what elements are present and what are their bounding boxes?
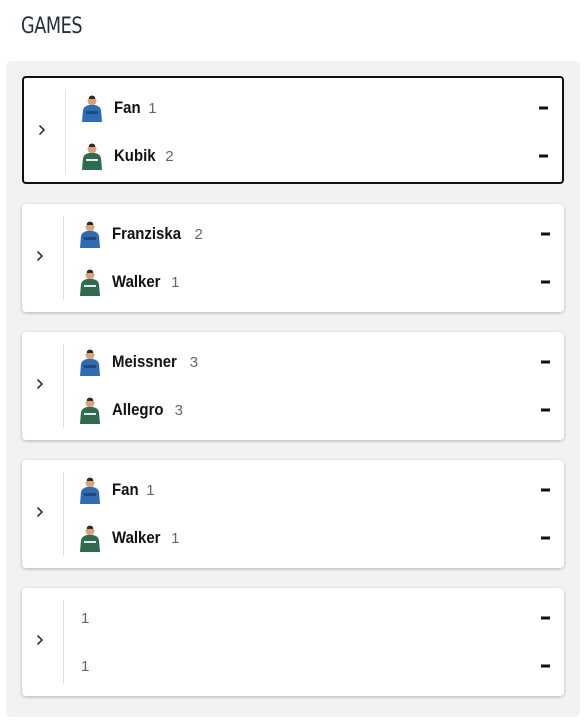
player-row: Allegro 3: [78, 394, 554, 426]
score-placeholder: [541, 664, 550, 668]
section-title: GAMES: [21, 14, 83, 39]
player-avatar-green: [80, 397, 100, 424]
player-rank: 1: [171, 529, 180, 547]
player-name: Fan: [112, 480, 139, 499]
player-avatar-blue: [80, 477, 100, 504]
player-rank: 3: [174, 401, 183, 419]
game-card[interactable]: Meissner 3 Allegro 3: [22, 332, 564, 440]
divider: [63, 216, 64, 300]
divider: [63, 472, 64, 556]
score-placeholder: [541, 232, 550, 236]
player-name: Walker: [112, 272, 161, 291]
player-name: Walker: [112, 528, 161, 547]
player-avatar-green: [80, 525, 100, 552]
player-name: Fan: [114, 98, 141, 117]
chevron-right-icon[interactable]: [36, 378, 44, 390]
player-row: Fan 1: [78, 474, 554, 506]
player-rank: 3: [189, 353, 199, 371]
score-placeholder: [541, 488, 550, 492]
player-avatar-blue: [80, 349, 100, 376]
chevron-right-icon[interactable]: [38, 124, 46, 136]
player-rank: 1: [146, 481, 155, 499]
player-name: Meissner: [112, 352, 177, 371]
score-placeholder: [541, 360, 550, 364]
score-placeholder: [539, 106, 548, 110]
score-placeholder: [541, 280, 550, 284]
games-panel: Fan 1 Kubik 2 Franziska 2 Walker 1 Meiss…: [6, 61, 580, 717]
game-card[interactable]: 1 1: [22, 588, 564, 696]
player-row: Kubik 2: [80, 140, 552, 172]
player-rank: 1: [148, 99, 157, 117]
player-avatar-blue: [82, 95, 102, 122]
player-rank: 1: [81, 609, 90, 627]
player-rank: 2: [165, 147, 174, 165]
score-placeholder: [541, 408, 550, 412]
score-placeholder: [539, 154, 548, 158]
player-row: Walker 1: [78, 522, 554, 554]
player-avatar-green: [80, 269, 100, 296]
player-row: Fan 1: [80, 92, 552, 124]
game-card[interactable]: Fan 1 Kubik 2: [22, 76, 564, 184]
player-row: Franziska 2: [78, 218, 554, 250]
game-card[interactable]: Franziska 2 Walker 1: [22, 204, 564, 312]
player-rank: 1: [171, 273, 180, 291]
game-card[interactable]: Fan 1 Walker 1: [22, 460, 564, 568]
chevron-right-icon[interactable]: [36, 634, 44, 646]
score-placeholder: [541, 616, 550, 620]
player-row: 1: [78, 602, 554, 634]
divider: [63, 600, 64, 684]
player-row: Walker 1: [78, 266, 554, 298]
chevron-right-icon[interactable]: [36, 250, 44, 262]
divider: [63, 344, 64, 428]
player-avatar-green: [82, 143, 102, 170]
player-name: Franziska: [112, 224, 182, 243]
player-row: 1: [78, 650, 554, 682]
player-row: Meissner 3: [78, 346, 554, 378]
player-rank: 1: [81, 657, 90, 675]
chevron-right-icon[interactable]: [36, 506, 44, 518]
player-name: Allegro: [112, 400, 164, 419]
player-avatar-blue: [80, 221, 100, 248]
score-placeholder: [541, 536, 550, 540]
divider: [65, 90, 66, 174]
player-rank: 2: [194, 225, 203, 243]
player-name: Kubik: [114, 146, 156, 165]
